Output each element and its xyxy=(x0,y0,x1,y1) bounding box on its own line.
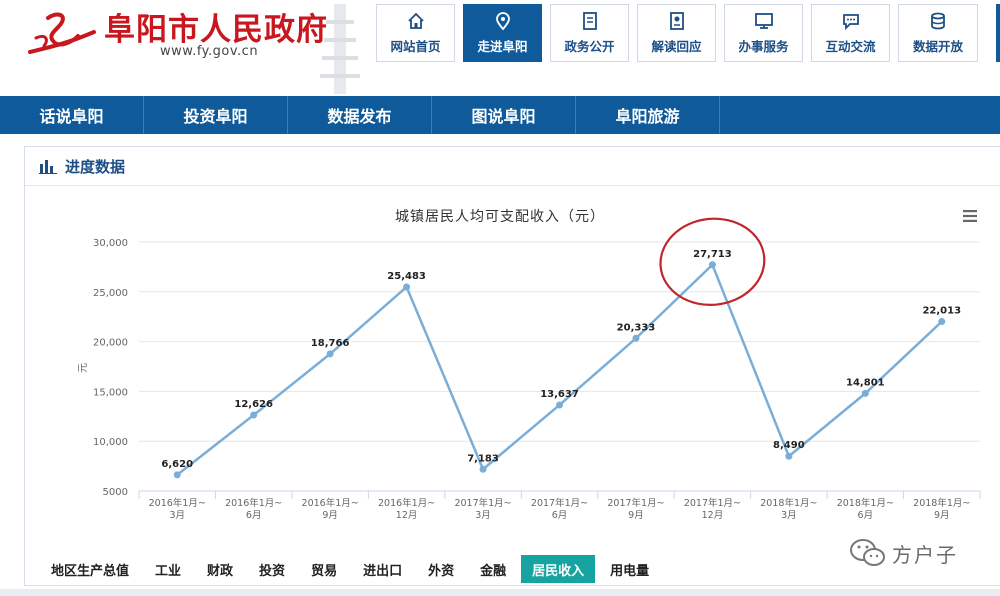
home-icon xyxy=(407,12,424,29)
badge-icon xyxy=(669,12,684,30)
watermark: 方户子 xyxy=(848,536,958,570)
menu-item-tourism[interactable]: 阜阳旅游 xyxy=(576,96,720,134)
menu-item-invest-fuyang[interactable]: 投资阜阳 xyxy=(144,96,288,134)
site-url: www.fy.gov.cn xyxy=(160,44,259,59)
nav-home-label: 网站首页 xyxy=(390,39,441,54)
nav-open-data[interactable]: 数据开放 xyxy=(898,4,978,62)
main-menu-bar: 话说阜阳 投资阜阳 数据发布 图说阜阳 阜阳旅游 xyxy=(0,96,1000,134)
bottom-scroll-strip xyxy=(0,589,1000,596)
panel-title: 进度数据 xyxy=(65,157,126,176)
database-icon xyxy=(931,12,945,30)
nav-open-data-label: 数据开放 xyxy=(912,39,963,54)
wechat-icon xyxy=(850,539,885,566)
indicator-tabs: 地区生产总值 工业 财政 投资 贸易 进出口 外资 金融 居民收入 用电量 xyxy=(40,555,664,583)
chart-menu-icon[interactable] xyxy=(962,209,978,223)
chat-icon xyxy=(842,14,859,31)
menu-item-about-fuyang[interactable]: 话说阜阳 xyxy=(0,96,144,134)
nav-home[interactable]: 网站首页 xyxy=(376,4,455,62)
menu-item-data-release[interactable]: 数据发布 xyxy=(288,96,432,134)
nav-overflow-edge xyxy=(996,4,1000,62)
tab-banking[interactable]: 金融 xyxy=(469,555,517,583)
location-pin-icon xyxy=(495,12,510,31)
nav-interpretation-label: 解读回应 xyxy=(651,39,702,54)
tab-industry[interactable]: 工业 xyxy=(144,555,192,583)
bar-chart-icon xyxy=(39,160,57,174)
chart-title: 城镇居民人均可支配收入（元） xyxy=(395,209,605,225)
monitor-icon xyxy=(754,13,773,29)
nav-interaction[interactable]: 互动交流 xyxy=(811,4,890,62)
nav-interaction-label: 互动交流 xyxy=(825,39,876,54)
panel-header: 进度数据 xyxy=(25,147,1000,186)
nav-gov-info-label: 政务公开 xyxy=(564,39,615,54)
site-name[interactable]: 阜阳市人民政府 xyxy=(104,4,328,49)
tab-investment[interactable]: 投资 xyxy=(248,555,296,583)
city-logo-icon[interactable] xyxy=(26,8,98,60)
document-icon xyxy=(582,12,597,30)
tab-import-export[interactable]: 进出口 xyxy=(352,555,413,583)
watermark-text: 方户子 xyxy=(892,542,958,567)
menu-item-pictures-fuyang[interactable]: 图说阜阳 xyxy=(432,96,576,134)
tab-resident-income[interactable]: 居民收入 xyxy=(521,555,596,583)
tab-finance-budget[interactable]: 财政 xyxy=(196,555,244,583)
nav-services[interactable]: 办事服务 xyxy=(724,4,803,62)
pagoda-decoration xyxy=(320,4,360,94)
site-header: 阜阳市人民政府 www.fy.gov.cn 网站首页 走进阜阳 政务公开 解读回… xyxy=(0,0,1000,96)
nav-interpretation[interactable]: 解读回应 xyxy=(637,4,716,62)
tab-foreign-capital[interactable]: 外资 xyxy=(417,555,465,583)
nav-gov-info[interactable]: 政务公开 xyxy=(550,4,629,62)
nav-services-label: 办事服务 xyxy=(738,39,789,54)
tab-electricity[interactable]: 用电量 xyxy=(599,555,660,583)
top-nav: 网站首页 走进阜阳 政务公开 解读回应 办事服务 互动交流 数据开放 xyxy=(376,4,978,62)
nav-about[interactable]: 走进阜阳 xyxy=(463,4,542,62)
tab-gdp[interactable]: 地区生产总值 xyxy=(40,555,140,583)
nav-about-label: 走进阜阳 xyxy=(477,39,528,54)
tab-trade[interactable]: 贸易 xyxy=(300,555,348,583)
